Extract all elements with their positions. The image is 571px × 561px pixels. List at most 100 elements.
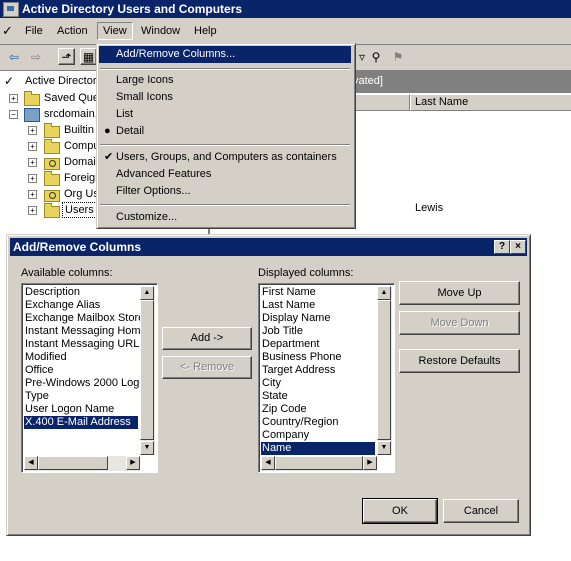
available-column-item[interactable]: Pre-Windows 2000 Logo: [24, 377, 145, 390]
menu-item-filter-options[interactable]: Filter Options...: [99, 183, 351, 200]
menu-window[interactable]: Window: [136, 23, 185, 39]
forward-arrow-icon[interactable]: ⇨: [28, 49, 44, 65]
displayed-column-item[interactable]: Business Phone: [261, 351, 375, 364]
tree-item-foreign[interactable]: + Foreign: [0, 170, 101, 186]
help-button[interactable]: ?: [494, 240, 510, 254]
menu-view[interactable]: View: [97, 22, 133, 40]
displayed-column-item[interactable]: Last Name: [261, 299, 375, 312]
displayed-column-item[interactable]: Display Name: [261, 312, 375, 325]
scroll-thumb[interactable]: [38, 456, 108, 470]
displayed-column-item[interactable]: Department: [261, 338, 375, 351]
tree-item-builtin[interactable]: + Builtin: [0, 122, 100, 138]
folder-icon: [44, 203, 60, 218]
restore-defaults-button[interactable]: Restore Defaults: [399, 349, 520, 373]
tree-item-computers[interactable]: + Compu: [0, 138, 100, 154]
tree-item-users[interactable]: + Users: [0, 202, 100, 218]
displayed-column-item[interactable]: State: [261, 390, 375, 403]
displayed-horizontal-scrollbar[interactable]: ◀ ▶: [261, 456, 377, 471]
displayed-column-item[interactable]: Name: [261, 442, 375, 455]
find-icon[interactable]: ⚲: [368, 49, 384, 65]
collapse-icon[interactable]: −: [9, 110, 18, 119]
scroll-thumb[interactable]: [377, 300, 391, 440]
app-title: Active Directory Users and Computers: [22, 2, 243, 16]
expand-icon[interactable]: +: [28, 126, 37, 135]
scroll-thumb[interactable]: [275, 456, 363, 470]
menu-separator: [100, 204, 350, 206]
menu-item-customize[interactable]: Customize...: [99, 209, 351, 226]
add-button[interactable]: Add ->: [162, 327, 252, 350]
displayed-column-item[interactable]: Job Title: [261, 325, 375, 338]
available-column-item[interactable]: X.400 E-Mail Address: [24, 416, 138, 429]
available-column-item[interactable]: Exchange Mailbox Store: [24, 312, 144, 325]
console-tree-icon[interactable]: ▦: [80, 48, 97, 65]
displayed-column-item[interactable]: Company: [261, 429, 375, 442]
close-button[interactable]: ×: [510, 240, 526, 254]
available-column-item[interactable]: Modified: [24, 351, 138, 364]
expand-icon[interactable]: +: [28, 158, 37, 167]
move-up-button[interactable]: Move Up: [399, 281, 520, 305]
available-column-item[interactable]: Description: [24, 286, 138, 299]
tree-item-org-users[interactable]: + Org Us: [0, 186, 100, 202]
menu-item-add-remove-columns[interactable]: Add/Remove Columns...: [99, 46, 351, 63]
menu-help[interactable]: Help: [189, 23, 222, 39]
displayed-vertical-scrollbar[interactable]: ▲ ▼: [377, 286, 392, 455]
dialog-titlebar[interactable]: Add/Remove Columns ? ×: [10, 238, 527, 256]
menu-separator: [100, 68, 350, 70]
main-window-titlebar[interactable]: Active Directory Users and Computers: [0, 0, 571, 18]
column-header-last-name[interactable]: Last Name: [410, 94, 571, 111]
menu-item-advanced-features[interactable]: Advanced Features: [99, 166, 351, 183]
menu-item-list[interactable]: List: [99, 106, 351, 123]
scroll-left-icon[interactable]: ◀: [261, 456, 275, 470]
scroll-down-icon[interactable]: ▼: [377, 441, 391, 455]
tree-item-domain-controllers[interactable]: + Domain: [0, 154, 102, 170]
menubar-icon[interactable]: ✓: [2, 23, 18, 39]
expand-icon[interactable]: +: [28, 190, 37, 199]
scroll-right-icon[interactable]: ▶: [363, 456, 377, 470]
available-columns-list[interactable]: Description Exchange Alias Exchange Mailbo…: [21, 283, 158, 473]
scroll-up-icon[interactable]: ▲: [140, 286, 154, 300]
list-item-last-name[interactable]: Lewis: [415, 202, 443, 214]
available-column-item[interactable]: Exchange Alias: [24, 299, 138, 312]
available-column-item[interactable]: User Logon Name: [24, 403, 138, 416]
back-arrow-icon[interactable]: ⇦: [6, 49, 22, 65]
move-down-button[interactable]: Move Down: [399, 311, 520, 335]
bullet-icon: ●: [104, 125, 111, 137]
scroll-down-icon[interactable]: ▼: [140, 441, 154, 455]
menu-item-containers[interactable]: ✔ Users, Groups, and Computers as contai…: [99, 149, 351, 166]
available-column-item[interactable]: Instant Messaging URL: [24, 338, 139, 351]
expand-icon[interactable]: +: [28, 142, 37, 151]
expand-icon[interactable]: +: [28, 206, 37, 215]
folder-icon: [24, 91, 40, 106]
remove-button[interactable]: <- Remove: [162, 356, 252, 379]
domain-icon: [24, 108, 40, 122]
displayed-column-item[interactable]: Target Address: [261, 364, 375, 377]
scroll-right-icon[interactable]: ▶: [126, 456, 140, 470]
expand-icon[interactable]: +: [9, 94, 18, 103]
cancel-button[interactable]: Cancel: [443, 499, 519, 523]
available-column-item[interactable]: Type: [24, 390, 138, 403]
displayed-column-item[interactable]: First Name: [261, 286, 375, 299]
available-column-item[interactable]: Instant Messaging Home: [24, 325, 147, 338]
expand-icon[interactable]: +: [28, 174, 37, 183]
up-folder-icon[interactable]: ⬏: [58, 48, 75, 65]
available-column-item[interactable]: Office: [24, 364, 138, 377]
displayed-column-item[interactable]: City: [261, 377, 375, 390]
scroll-left-icon[interactable]: ◀: [24, 456, 38, 470]
displayed-column-item[interactable]: Country/Region: [261, 416, 375, 429]
group-icon[interactable]: ⚑: [390, 49, 406, 65]
displayed-columns-list[interactable]: First Name Last Name Display Name Job Title…: [258, 283, 395, 473]
menu-item-large-icons[interactable]: Large Icons: [99, 72, 351, 89]
menu-action[interactable]: Action: [52, 23, 93, 39]
menu-file[interactable]: File: [20, 23, 48, 39]
ok-button[interactable]: OK: [362, 498, 438, 524]
available-horizontal-scrollbar[interactable]: ◀ ▶: [24, 456, 140, 471]
scroll-thumb[interactable]: [140, 300, 154, 440]
tree-item-saved-queries[interactable]: + Saved Que: [0, 90, 100, 106]
tree-item-domain[interactable]: − srcdomain.: [0, 106, 100, 122]
scroll-up-icon[interactable]: ▲: [377, 286, 391, 300]
menu-item-small-icons[interactable]: Small Icons: [99, 89, 351, 106]
available-vertical-scrollbar[interactable]: ▲ ▼: [140, 286, 155, 455]
menubar: ✓ File Action View Window Help: [0, 18, 571, 45]
menu-item-detail[interactable]: ● Detail: [99, 123, 351, 140]
displayed-column-item[interactable]: Zip Code: [261, 403, 375, 416]
